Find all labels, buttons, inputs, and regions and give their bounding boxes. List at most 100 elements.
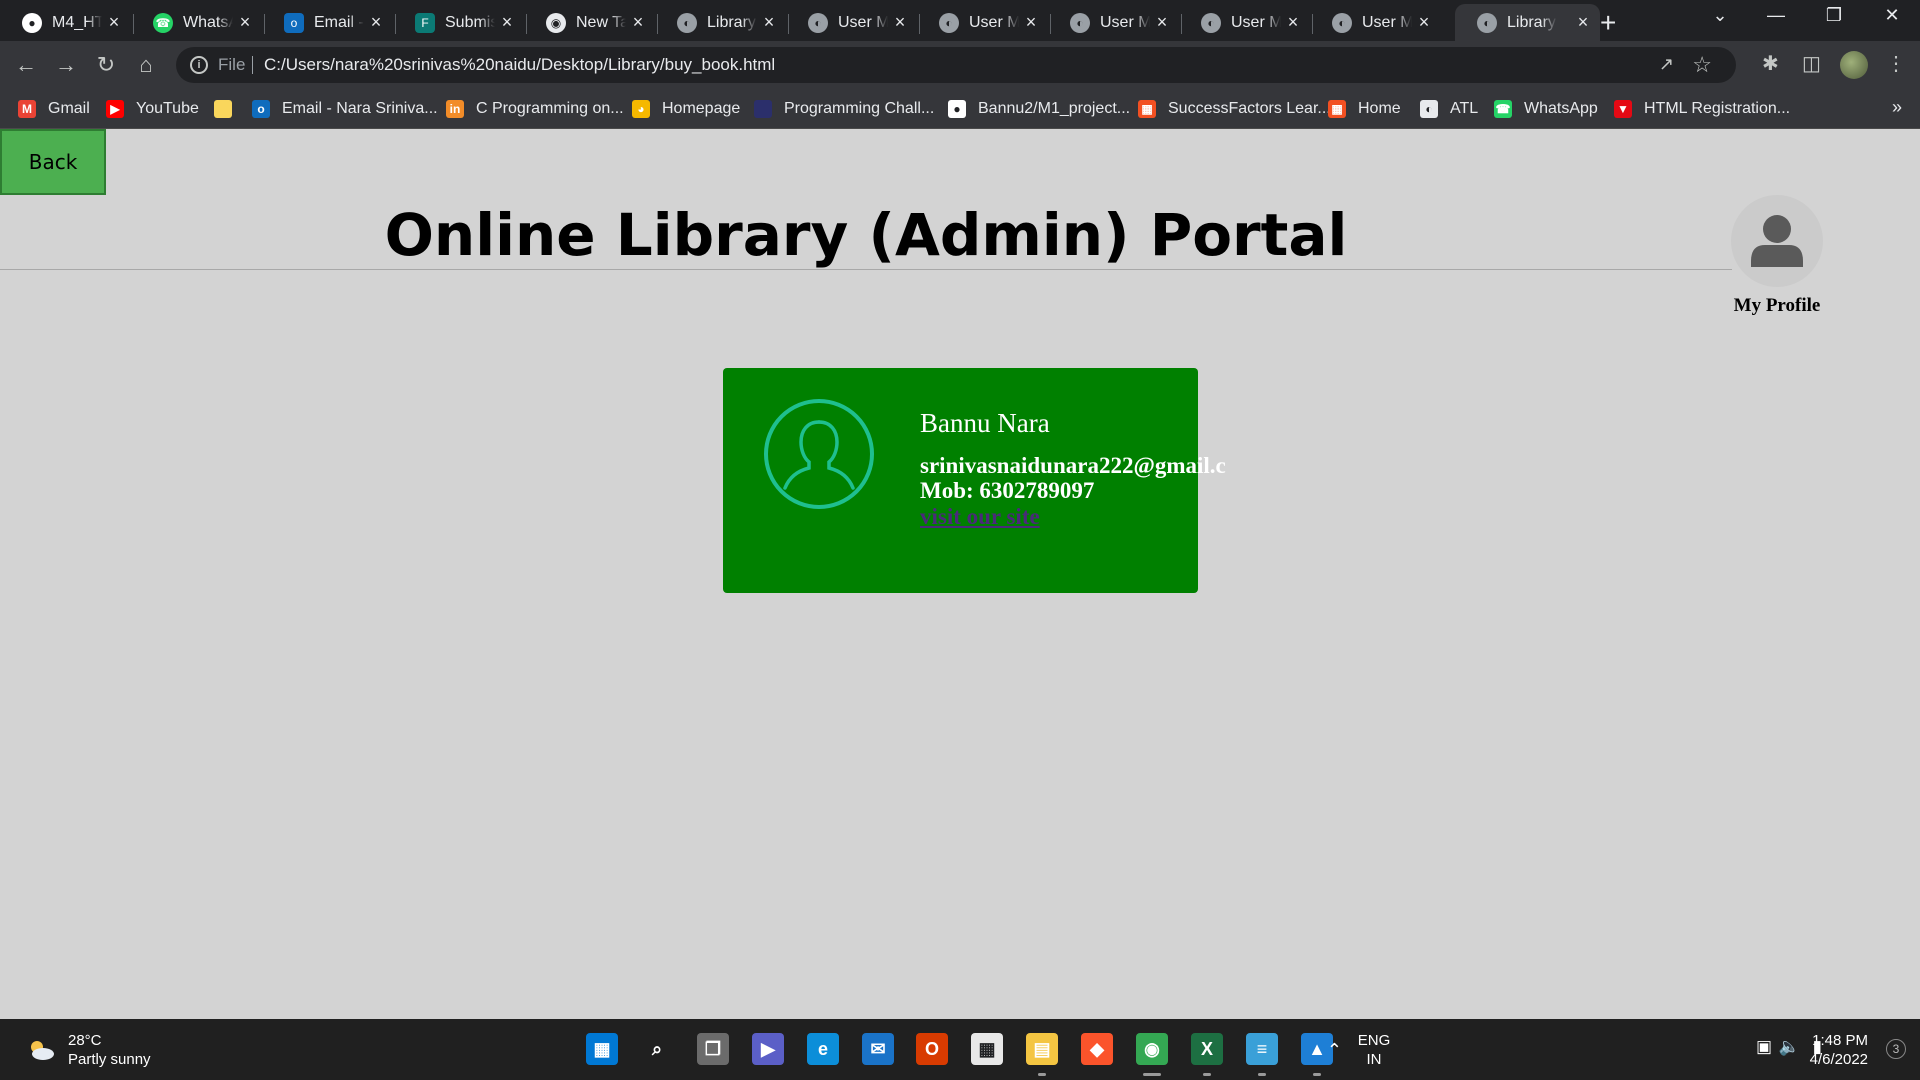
page-title: Online Library (Admin) Portal xyxy=(384,201,1348,269)
bookmark-12[interactable]: ☎ WhatsApp xyxy=(1494,89,1598,129)
running-indicator xyxy=(1258,1073,1266,1076)
tab-8[interactable]: ◐ User Management× xyxy=(917,4,1048,41)
bookmark-6[interactable]: ◕ Homepage xyxy=(632,89,740,129)
title-divider xyxy=(0,269,1732,270)
minimize-button[interactable]: — xyxy=(1756,5,1796,26)
bookmark-5[interactable]: in C Programming on... xyxy=(446,89,624,129)
tab-2[interactable]: ☎ WhatsApp× xyxy=(131,4,262,41)
url-text[interactable]: C:/Users/nara%20srinivas%20naidu/Desktop… xyxy=(264,55,775,75)
tab-separator xyxy=(1181,14,1182,34)
new-tab-button[interactable]: + xyxy=(1600,7,1616,39)
bookmark-10[interactable]: ▦ Home xyxy=(1328,89,1401,129)
bookmark-label: Gmail xyxy=(48,100,90,117)
browser-tab-strip: ●M4_HTML×☎WhatsApp×oEmail - Nara×FSubmis… xyxy=(0,0,1920,41)
bookmark-2[interactable]: ▶ YouTube xyxy=(106,89,199,129)
tab-close-icon[interactable]: × xyxy=(1574,12,1592,33)
tab-search-icon[interactable]: ⌄ xyxy=(1700,5,1740,26)
bookmark-1[interactable]: M Gmail xyxy=(18,89,90,129)
tab-close-icon[interactable]: × xyxy=(1022,12,1040,33)
tab-5[interactable]: ◉ New Tab× xyxy=(524,4,655,41)
bookmark-11[interactable]: ◐ ATL xyxy=(1420,89,1478,129)
tab-close-icon[interactable]: × xyxy=(1153,12,1171,33)
tab-close-icon[interactable]: × xyxy=(1284,12,1302,33)
tab-10[interactable]: ◐ User Management× xyxy=(1179,4,1310,41)
tab-9[interactable]: ◐ User Management× xyxy=(1048,4,1179,41)
tab-close-icon[interactable]: × xyxy=(105,12,123,33)
tab-12[interactable]: ◐ Library Portal × xyxy=(1455,4,1600,41)
microsoft-icon: ▦ xyxy=(1138,100,1156,118)
bookmarks-bar: M Gmail ▶ YouTube o Email - Nara Sriniva... in… xyxy=(0,89,1920,129)
tab-title: User Management xyxy=(838,13,888,31)
tab-4[interactable]: F Submission× xyxy=(393,4,524,41)
excel-icon[interactable]: X xyxy=(1191,1033,1223,1065)
network-icon[interactable]: ▣ xyxy=(1756,1037,1772,1056)
bookmark-4[interactable]: o Email - Nara Sriniva... xyxy=(252,89,438,129)
tab-separator xyxy=(395,14,396,34)
bookmark-star-icon[interactable]: ☆ xyxy=(1692,52,1712,78)
clock[interactable]: 1:48 PM 4/6/2022 xyxy=(1796,1031,1868,1069)
tab-close-icon[interactable]: × xyxy=(629,12,647,33)
in-icon: in xyxy=(446,100,464,118)
notification-count-badge[interactable]: 3 xyxy=(1886,1039,1906,1059)
tab-close-icon[interactable]: × xyxy=(367,12,385,33)
store-icon[interactable]: ▦ xyxy=(971,1033,1003,1065)
bookmark-label: Email - Nara Sriniva... xyxy=(282,100,438,117)
teams-icon[interactable]: ▶ xyxy=(752,1033,784,1065)
address-bar[interactable]: i File C:/Users/nara%20srinivas%20naidu/… xyxy=(176,47,1736,83)
language-indicator[interactable]: ENG IN xyxy=(1354,1031,1394,1069)
my-profile-label[interactable]: My Profile xyxy=(1718,295,1836,317)
office-icon[interactable]: O xyxy=(916,1033,948,1065)
show-hidden-icons-icon[interactable]: ⌃ xyxy=(1327,1041,1342,1060)
tab-close-icon[interactable]: × xyxy=(1415,12,1433,33)
weather-widget[interactable]: 28°C Partly sunny xyxy=(26,1031,151,1069)
my-profile-link[interactable]: My Profile xyxy=(1718,195,1836,317)
bookmark-3[interactable] xyxy=(214,89,244,129)
menu-dots-icon[interactable]: ⋮ xyxy=(1886,51,1906,76)
notepad-icon[interactable]: ≡ xyxy=(1246,1033,1278,1065)
tab-close-icon[interactable]: × xyxy=(891,12,909,33)
more-bookmarks-icon[interactable]: » xyxy=(1892,97,1902,118)
site-info-icon[interactable]: i xyxy=(190,56,208,74)
tab-close-icon[interactable]: × xyxy=(236,12,254,33)
mail-icon[interactable]: ✉ xyxy=(862,1033,894,1065)
close-window-button[interactable]: ✕ xyxy=(1872,5,1912,26)
bookmark-9[interactable]: ▦ SuccessFactors Lear... xyxy=(1138,89,1331,129)
gmail-icon: M xyxy=(18,100,36,118)
tab-7[interactable]: ◐ User Management× xyxy=(786,4,917,41)
tab-11[interactable]: ◐ User Management× xyxy=(1310,4,1441,41)
brave-icon[interactable]: ◆ xyxy=(1081,1033,1113,1065)
tab-separator xyxy=(1050,14,1051,34)
back-arrow-icon[interactable]: ← xyxy=(12,51,40,79)
bookmark-label: SuccessFactors Lear... xyxy=(1168,100,1331,117)
tab-separator xyxy=(264,14,265,34)
bookmark-8[interactable]: ● Bannu2/M1_project... xyxy=(948,89,1130,129)
back-button[interactable]: Back xyxy=(0,129,106,195)
chrome-icon[interactable]: ◉ xyxy=(1136,1033,1168,1065)
tab-6[interactable]: ◐ Library Portal× xyxy=(655,4,786,41)
side-panel-icon[interactable]: ◫ xyxy=(1802,51,1821,76)
tab-title: User Management xyxy=(969,13,1019,31)
visit-site-link[interactable]: visit our site xyxy=(920,504,1040,530)
task-view-icon[interactable]: ❐ xyxy=(697,1033,729,1065)
tab-1[interactable]: ● M4_HTML× xyxy=(0,4,131,41)
extensions-icon[interactable]: ✱ xyxy=(1762,51,1779,76)
windows-start-icon[interactable]: ▦ xyxy=(586,1033,618,1065)
tab-close-icon[interactable]: × xyxy=(760,12,778,33)
bookmark-13[interactable]: ▼ HTML Registration... xyxy=(1614,89,1790,129)
forms-icon: F xyxy=(415,12,435,33)
edge-icon[interactable]: e xyxy=(807,1033,839,1065)
restore-button[interactable]: ❐ xyxy=(1814,5,1854,26)
browser-profile-avatar[interactable] xyxy=(1840,51,1868,79)
home-icon[interactable]: ⌂ xyxy=(132,51,160,79)
share-icon[interactable]: ↗ xyxy=(1659,54,1674,75)
search-icon[interactable]: ⌕ xyxy=(641,1033,673,1065)
profile-avatar-icon[interactable] xyxy=(1731,195,1823,287)
tab-close-icon[interactable]: × xyxy=(498,12,516,33)
tab-3[interactable]: o Email - Nara× xyxy=(262,4,393,41)
bookmark-7[interactable]: Programming Chall... xyxy=(754,89,934,129)
running-indicator xyxy=(1203,1073,1211,1076)
file-explorer-icon[interactable]: ▤ xyxy=(1026,1033,1058,1065)
reload-icon[interactable]: ↻ xyxy=(92,51,120,79)
whatsapp-icon: ☎ xyxy=(1494,100,1512,118)
forward-arrow-icon[interactable]: → xyxy=(52,51,80,79)
